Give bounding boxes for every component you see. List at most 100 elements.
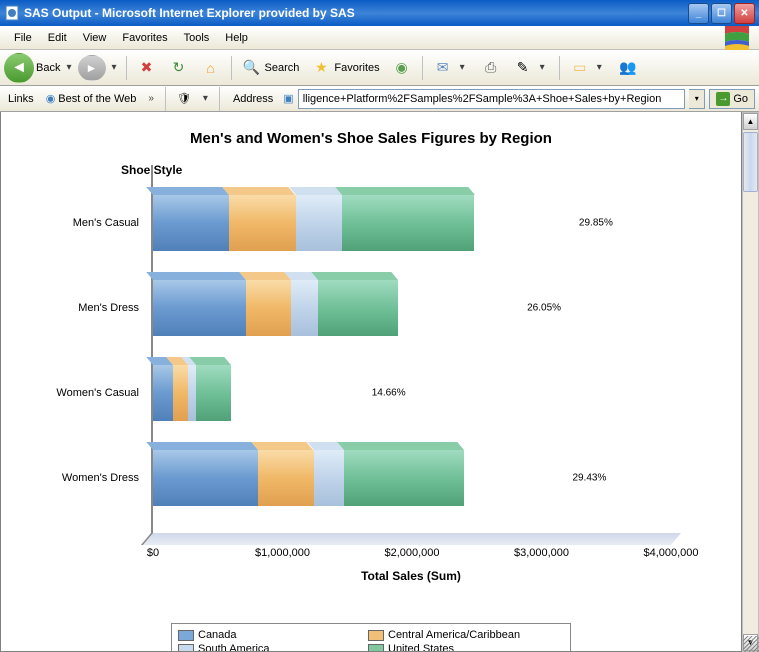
back-dropdown-icon[interactable]: ▾ [62, 62, 75, 73]
edit-button[interactable]: ✎▾ [508, 54, 554, 82]
stop-icon: ✖ [137, 58, 157, 78]
legend-item: Central America/Caribbean [368, 628, 558, 642]
x-tick-label: $1,000,000 [255, 547, 310, 559]
link-best-of-web[interactable]: ◉ Best of the Web [42, 92, 141, 105]
links-overflow-icon[interactable]: » [144, 93, 158, 104]
chevron-down-icon: ▾ [536, 62, 549, 73]
norton-icon[interactable]: 🛡 [173, 92, 195, 105]
chevron-down-icon[interactable]: ▾ [199, 93, 212, 104]
go-arrow-icon: → [716, 92, 730, 106]
y-tick-label: Men's Casual [73, 217, 139, 229]
globe-icon: ◉ [46, 92, 56, 105]
menu-bar: File Edit View Favorites Tools Help [0, 26, 759, 50]
bar-segment [258, 450, 313, 506]
y-tick-label: Men's Dress [78, 302, 139, 314]
folder-button[interactable]: ▭▾ [565, 54, 611, 82]
legend-swatch [178, 630, 194, 641]
bar-segment [153, 450, 258, 506]
refresh-button[interactable]: ↻ [164, 54, 194, 82]
forward-dropdown-icon[interactable]: ▾ [108, 62, 121, 73]
back-label: Back [36, 62, 60, 74]
window-titlebar: SAS Output - Microsoft Internet Explorer… [0, 0, 759, 26]
legend-item: Canada [178, 628, 368, 642]
links-label: Links [4, 93, 38, 105]
menu-help[interactable]: Help [217, 30, 256, 46]
legend-swatch [368, 644, 384, 652]
scroll-up-button[interactable]: ▲ [743, 113, 758, 130]
maximize-button[interactable]: ☐ [711, 3, 732, 24]
menu-edit[interactable]: Edit [40, 30, 75, 46]
refresh-icon: ↻ [169, 58, 189, 78]
legend-swatch [178, 644, 194, 652]
address-label: Address [227, 93, 279, 105]
y-tick-label: Women's Casual [56, 387, 139, 399]
bar-row: 26.05% [153, 280, 509, 336]
ie-page-icon [4, 5, 20, 21]
separator [126, 56, 127, 80]
vertical-scrollbar[interactable]: ▲ ▼ [742, 112, 759, 652]
home-button[interactable]: ⌂ [196, 54, 226, 82]
messenger-button[interactable]: 👥 [613, 54, 643, 82]
minimize-button[interactable]: _ [688, 3, 709, 24]
media-button[interactable]: ◉ [387, 54, 417, 82]
window-controls: _ ☐ ✕ [688, 3, 755, 24]
chevron-down-icon: ▾ [593, 62, 606, 73]
chart-legend: CanadaCentral America/CaribbeanSouth Ame… [171, 623, 571, 652]
window-title: SAS Output - Microsoft Internet Explorer… [24, 6, 688, 20]
star-icon: ★ [311, 58, 331, 78]
address-dropdown-button[interactable]: ▾ [689, 89, 705, 109]
bar-row: 14.66% [153, 365, 354, 421]
forward-button[interactable]: ► [78, 55, 106, 81]
bar-segment [153, 195, 229, 251]
menu-favorites[interactable]: Favorites [114, 30, 175, 46]
separator [422, 56, 423, 80]
legend-label: United States [388, 643, 454, 652]
bar-segment [314, 450, 344, 506]
resize-grip[interactable] [743, 636, 759, 652]
print-button[interactable]: ⎙ [476, 54, 506, 82]
bar-segment [196, 365, 231, 421]
go-button[interactable]: → Go [709, 89, 755, 109]
chevron-down-icon: ▾ [456, 62, 469, 73]
mail-button[interactable]: ✉▾ [428, 54, 474, 82]
back-button[interactable]: ◄ [4, 53, 34, 83]
separator [165, 87, 166, 111]
bar-segment [344, 450, 464, 506]
media-icon: ◉ [392, 58, 412, 78]
legend-label: Canada [198, 629, 237, 641]
links-address-bar: Links ◉ Best of the Web » 🛡 ▾ Address ▣ … [0, 86, 759, 112]
page-content: Men's and Women's Shoe Sales Figures by … [0, 112, 742, 652]
menu-view[interactable]: View [75, 30, 115, 46]
menu-tools[interactable]: Tools [176, 30, 218, 46]
edit-icon: ✎ [513, 58, 533, 78]
menu-file[interactable]: File [6, 30, 40, 46]
bar-segment [296, 195, 342, 251]
search-icon: 🔍 [242, 58, 262, 78]
search-button[interactable]: 🔍Search [237, 54, 305, 82]
close-button[interactable]: ✕ [734, 3, 755, 24]
mail-icon: ✉ [433, 58, 453, 78]
bar-percent-label: 26.05% [527, 303, 561, 314]
bar-segment [153, 280, 246, 336]
bar-segment [188, 365, 196, 421]
legend-item: United States [368, 642, 558, 652]
bar-segment [229, 195, 295, 251]
bar-segment [173, 365, 188, 421]
folder-icon: ▭ [570, 58, 590, 78]
separator [231, 56, 232, 80]
scroll-thumb[interactable] [743, 132, 758, 192]
home-icon: ⌂ [201, 58, 221, 78]
x-tick-label: $4,000,000 [643, 547, 698, 559]
bar-segment [246, 280, 291, 336]
print-icon: ⎙ [481, 58, 501, 78]
favorites-button[interactable]: ★Favorites [306, 54, 384, 82]
bar-row: 29.85% [153, 195, 561, 251]
stop-button[interactable]: ✖ [132, 54, 162, 82]
bar-segment [153, 365, 173, 421]
address-input[interactable] [298, 89, 686, 109]
bar-percent-label: 29.43% [572, 473, 606, 484]
bar-segment [318, 280, 398, 336]
ie-logo-icon [721, 22, 753, 54]
legend-swatch [368, 630, 384, 641]
scroll-track[interactable] [743, 130, 758, 634]
